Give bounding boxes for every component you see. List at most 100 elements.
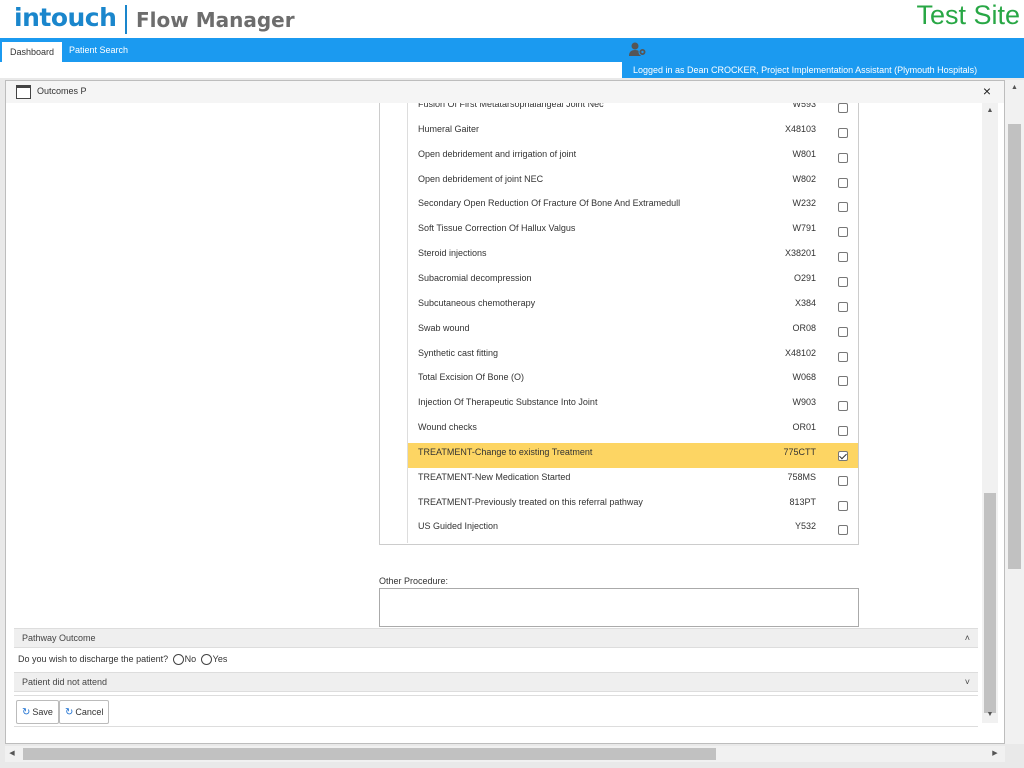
- pathway-outcome-header[interactable]: Pathway Outcome ˄: [14, 628, 978, 648]
- procedure-checkbox[interactable]: [838, 301, 848, 312]
- cancel-label: Cancel: [75, 707, 104, 717]
- modal-titlebar: Outcomes P ×: [6, 81, 1004, 103]
- scroll-left-icon[interactable]: ◀: [7, 749, 17, 757]
- procedure-checkbox[interactable]: [838, 103, 848, 113]
- discharge-yes-radio[interactable]: [200, 654, 212, 666]
- procedure-code: X38201: [784, 248, 816, 259]
- procedure-row[interactable]: Secondary Open Reduction Of Fracture Of …: [408, 194, 858, 219]
- procedure-row[interactable]: Subcutaneous chemotherapy X384: [408, 294, 858, 319]
- procedure-row[interactable]: Synthetic cast fitting X48102: [408, 344, 858, 369]
- procedure-code: X48102: [784, 347, 816, 358]
- page-vertical-scrollbar[interactable]: ▲: [1005, 80, 1024, 744]
- procedure-row[interactable]: Subacromial decompression O291: [408, 269, 858, 294]
- procedure-checkbox[interactable]: [838, 326, 848, 337]
- procedure-name: Secondary Open Reduction Of Fracture Of …: [418, 198, 681, 209]
- user-settings-icon[interactable]: [628, 41, 648, 57]
- environment-label: Test Site: [916, 0, 1020, 30]
- scroll-up-icon[interactable]: ▲: [982, 107, 998, 114]
- page-vertical-thumb[interactable]: [1008, 124, 1021, 569]
- procedure-row[interactable]: Open debridement of joint NEC W802: [408, 170, 858, 195]
- procedure-code: W802: [792, 173, 816, 184]
- procedure-code: 758MS: [787, 471, 816, 482]
- procedure-row[interactable]: Total Excision Of Bone (O) W068: [408, 368, 858, 393]
- procedure-name: Fusion Of First Metatarsophalangeal Join…: [418, 103, 604, 109]
- procedure-row[interactable]: Steroid injections X38201: [408, 244, 858, 269]
- procedure-code: OR01: [792, 422, 816, 433]
- scroll-down-icon[interactable]: ▼: [982, 711, 998, 718]
- procedure-checkbox[interactable]: [838, 426, 848, 437]
- procedure-code: 775CTT: [783, 446, 816, 457]
- refresh-icon: ↻: [22, 707, 31, 718]
- procedure-name: Injection Of Therapeutic Substance Into …: [418, 397, 598, 408]
- procedure-checkbox[interactable]: [838, 450, 848, 461]
- procedure-row[interactable]: Soft Tissue Correction Of Hallux Valgus W…: [408, 219, 858, 244]
- patient-did-not-attend-header[interactable]: Patient did not attend ˅: [14, 672, 978, 692]
- procedure-row[interactable]: Fusion Of First Metatarsophalangeal Join…: [408, 103, 858, 120]
- logo-divider: [125, 5, 127, 34]
- procedure-row[interactable]: Swab wound OR08: [408, 319, 858, 344]
- procedure-row[interactable]: Injection Of Therapeutic Substance Into …: [408, 393, 858, 418]
- procedure-code: Y532: [794, 521, 816, 532]
- procedure-checkbox[interactable]: [838, 276, 848, 287]
- procedure-checkbox[interactable]: [838, 127, 848, 138]
- procedure-name: Subacromial decompression: [418, 272, 532, 283]
- procedure-name: Swab wound: [418, 322, 470, 333]
- procedure-row[interactable]: TREATMENT-Change to existing Treatment 77…: [408, 442, 858, 468]
- scroll-right-icon[interactable]: ▶: [989, 749, 1001, 757]
- procedure-list-inner: Fusion Of First Metatarsophalangeal Join…: [407, 103, 858, 543]
- modal-scroll-thumb[interactable]: [984, 493, 996, 713]
- save-button[interactable]: ↻ Save: [16, 700, 59, 724]
- discharge-question-row: Do you wish to discharge the patient? No…: [18, 653, 227, 666]
- chevron-down-icon: ˅: [964, 677, 970, 687]
- procedure-checkbox[interactable]: [838, 500, 848, 511]
- page-horizontal-scrollbar[interactable]: ◀ ▶: [5, 746, 1005, 762]
- close-button[interactable]: ×: [983, 83, 991, 99]
- discharge-question: Do you wish to discharge the patient?: [18, 654, 169, 664]
- procedure-code: X48103: [784, 123, 816, 134]
- procedure-code: W232: [792, 198, 816, 209]
- procedure-row[interactable]: US Guided Injection Y532: [408, 517, 858, 542]
- discharge-no-radio[interactable]: [172, 654, 184, 666]
- procedure-code: O291: [793, 272, 816, 283]
- procedure-name: TREATMENT-Previously treated on this ref…: [418, 496, 643, 507]
- procedure-row[interactable]: TREATMENT-New Medication Started 758MS: [408, 468, 858, 493]
- cancel-button[interactable]: ↻ Cancel: [59, 700, 110, 724]
- other-procedure-input[interactable]: [379, 588, 859, 627]
- procedure-checkbox[interactable]: [838, 227, 848, 238]
- modal-content: Fusion Of First Metatarsophalangeal Join…: [14, 103, 978, 705]
- tab-patient-search[interactable]: Patient Search: [61, 40, 136, 62]
- procedure-code: W903: [792, 397, 816, 408]
- procedure-name: Synthetic cast fitting: [418, 347, 499, 358]
- procedure-name: Humeral Gaiter: [418, 123, 480, 134]
- action-bar: ↻ Save ↻ Cancel: [14, 695, 978, 727]
- procedure-name: Soft Tissue Correction Of Hallux Valgus: [418, 223, 576, 234]
- procedure-list[interactable]: Fusion Of First Metatarsophalangeal Join…: [379, 103, 859, 545]
- procedure-name: Wound checks: [418, 422, 477, 433]
- procedure-name: TREATMENT-Change to existing Treatment: [418, 446, 593, 457]
- modal-scrollbar[interactable]: ▲ ▼: [982, 103, 998, 723]
- procedure-checkbox[interactable]: [838, 401, 848, 412]
- procedure-checkbox[interactable]: [838, 177, 848, 188]
- procedure-row[interactable]: Humeral Gaiter X48103: [408, 120, 858, 145]
- procedure-code: W801: [792, 148, 816, 159]
- procedure-code: OR08: [792, 322, 816, 333]
- modal-title: Outcomes P: [37, 86, 87, 96]
- procedure-checkbox[interactable]: [838, 475, 848, 486]
- procedure-checkbox[interactable]: [838, 202, 848, 213]
- procedure-name: US Guided Injection: [418, 521, 499, 532]
- page-horizontal-thumb[interactable]: [23, 748, 716, 760]
- procedure-checkbox[interactable]: [838, 252, 848, 263]
- procedure-name: TREATMENT-New Medication Started: [418, 471, 571, 482]
- procedure-row[interactable]: TREATMENT-Previously treated on this ref…: [408, 493, 858, 518]
- procedure-row[interactable]: Open debridement and irrigation of joint…: [408, 145, 858, 170]
- procedure-checkbox[interactable]: [838, 525, 848, 536]
- procedure-row[interactable]: Wound checks OR01: [408, 418, 858, 443]
- procedure-checkbox[interactable]: [838, 351, 848, 362]
- tab-dashboard[interactable]: Dashboard: [2, 40, 63, 62]
- procedure-checkbox[interactable]: [838, 376, 848, 387]
- procedure-checkbox[interactable]: [838, 152, 848, 163]
- procedure-code: 813PT: [789, 496, 816, 507]
- page-scroll-up-icon[interactable]: ▲: [1005, 84, 1024, 91]
- procedure-name: Steroid injections: [418, 248, 487, 259]
- patient-did-not-attend-label: Patient did not attend: [22, 677, 108, 687]
